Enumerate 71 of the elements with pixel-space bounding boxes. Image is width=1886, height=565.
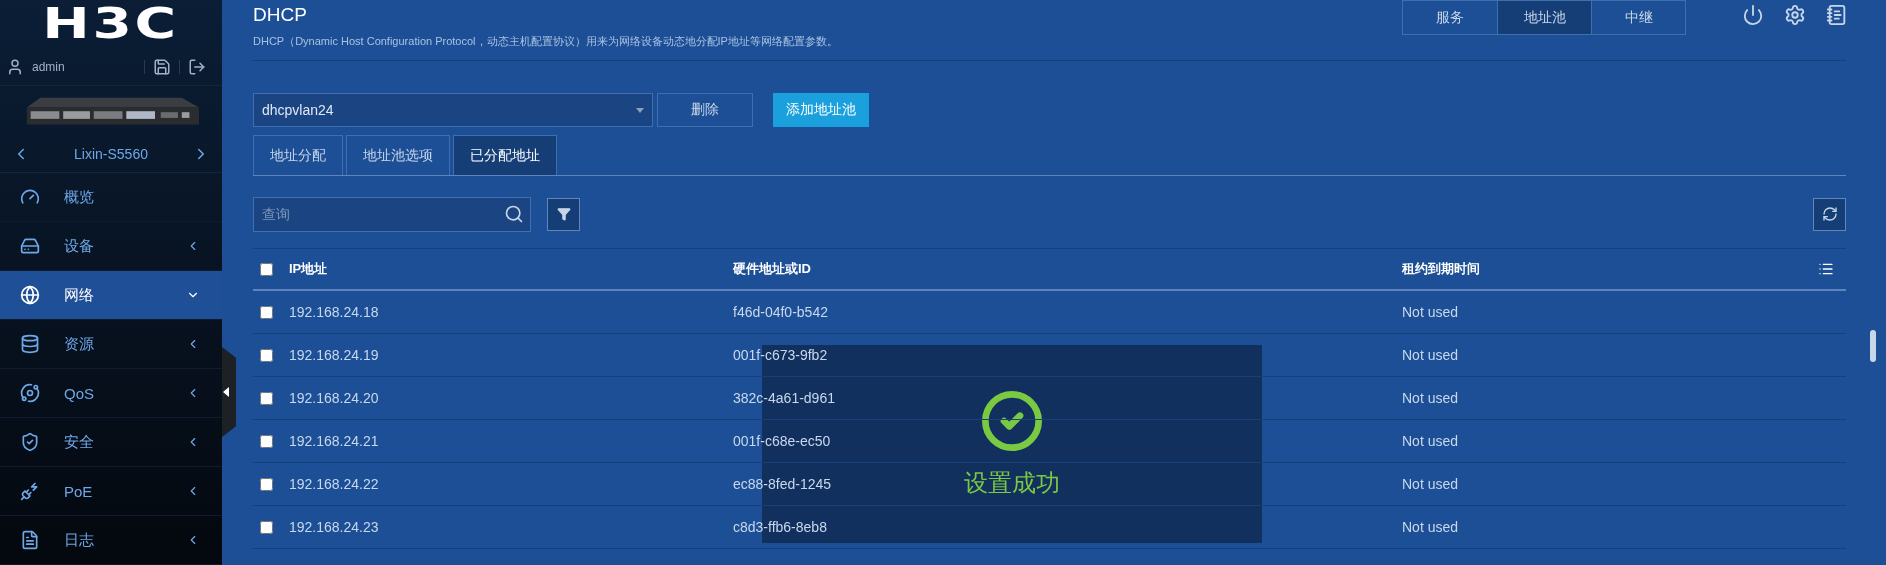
logout-icon[interactable] [188, 57, 206, 76]
search-icon [504, 203, 524, 224]
pool-select[interactable]: dhcpvlan24 [253, 93, 653, 127]
globe-icon [20, 285, 40, 305]
orbit-icon [20, 383, 40, 403]
tab[interactable]: 已分配地址 [453, 135, 557, 175]
plug-icon [20, 481, 40, 501]
menu-item[interactable]: 概览 [0, 173, 222, 222]
table-cell: Not used [1402, 519, 1459, 535]
notebook-icon[interactable] [1826, 4, 1848, 26]
list-icon[interactable] [1818, 261, 1834, 277]
row-checkbox[interactable] [260, 477, 273, 491]
table-cell: ec88-8fed-1245 [733, 476, 832, 492]
shield-icon [20, 432, 40, 452]
row-checkbox[interactable] [260, 391, 273, 405]
toast-message: 设置成功 [964, 468, 1060, 498]
tab[interactable]: 地址池选项 [346, 135, 450, 175]
power-icon[interactable] [1742, 4, 1764, 26]
table-cell: 001f-c673-9fb2 [733, 347, 828, 363]
table-cell: c8d3-ffb6-8eb8 [733, 519, 827, 535]
device-name: Lixin-S5560 [74, 146, 148, 163]
table-cell: 192.168.24.23 [289, 519, 379, 535]
table-cell: Not used [1402, 390, 1459, 406]
menu-item[interactable]: 网络 [0, 271, 222, 320]
menu-item[interactable]: 日志 [0, 516, 222, 565]
table-cell: 192.168.24.22 [289, 476, 379, 492]
column-header: 租约到期时间 [1402, 260, 1481, 278]
page-title: DHCP [253, 4, 308, 26]
menu-item[interactable]: PoE [0, 467, 222, 516]
filter-icon [556, 207, 571, 221]
tab[interactable]: 中继 [1591, 1, 1685, 34]
check-icon [980, 389, 1044, 453]
logo: H3C [41, 0, 181, 48]
settings-icon[interactable] [1784, 4, 1806, 26]
row-checkbox[interactable] [260, 434, 273, 448]
table-cell: 192.168.24.20 [289, 390, 379, 406]
tab[interactable]: 服务 [1403, 1, 1497, 34]
row-checkbox[interactable] [260, 520, 273, 534]
column-header: IP地址 [289, 260, 329, 278]
page-description: DHCP（Dynamic Host Configuration Protocol，动态主机配置协议）用来为网络设备动态地分配IP地址等网络配置参数。 [253, 34, 838, 49]
user-name: admin [32, 59, 66, 74]
search-field[interactable]: 查询 [253, 196, 531, 232]
row-checkbox[interactable] [260, 348, 273, 362]
table-cell: 192.168.24.19 [289, 347, 379, 363]
gauge-icon [20, 187, 40, 207]
user-icon [6, 57, 24, 76]
table-cell: f46d-04f0-b542 [733, 304, 828, 320]
row-checkbox[interactable] [260, 305, 273, 319]
database-icon [20, 334, 40, 354]
delete-button[interactable]: 删除 [657, 93, 753, 127]
tab[interactable]: 地址池 [1497, 1, 1591, 34]
table-cell: 192.168.24.21 [289, 433, 379, 449]
filter-button[interactable] [547, 197, 580, 231]
refresh-icon [1821, 206, 1838, 222]
drive-icon [20, 236, 40, 256]
table-cell: Not used [1402, 433, 1459, 449]
menu-item[interactable]: 资源 [0, 320, 222, 369]
column-header: 硬件地址或ID [733, 260, 812, 278]
refresh-button[interactable] [1813, 197, 1846, 231]
table-cell: 001f-c68e-ec50 [733, 433, 831, 449]
table-cell: Not used [1402, 304, 1459, 320]
table-cell: 192.168.24.18 [289, 304, 379, 320]
table-cell: 382c-4a61-d961 [733, 390, 835, 406]
tab[interactable]: 地址分配 [253, 135, 343, 175]
document-icon [20, 530, 40, 550]
scrollbar[interactable] [1870, 330, 1876, 362]
save-icon[interactable] [153, 57, 171, 76]
menu-item[interactable]: 安全 [0, 418, 222, 467]
table-cell: Not used [1402, 347, 1459, 363]
select-all-checkbox[interactable] [260, 262, 273, 276]
table-cell: Not used [1402, 476, 1459, 492]
